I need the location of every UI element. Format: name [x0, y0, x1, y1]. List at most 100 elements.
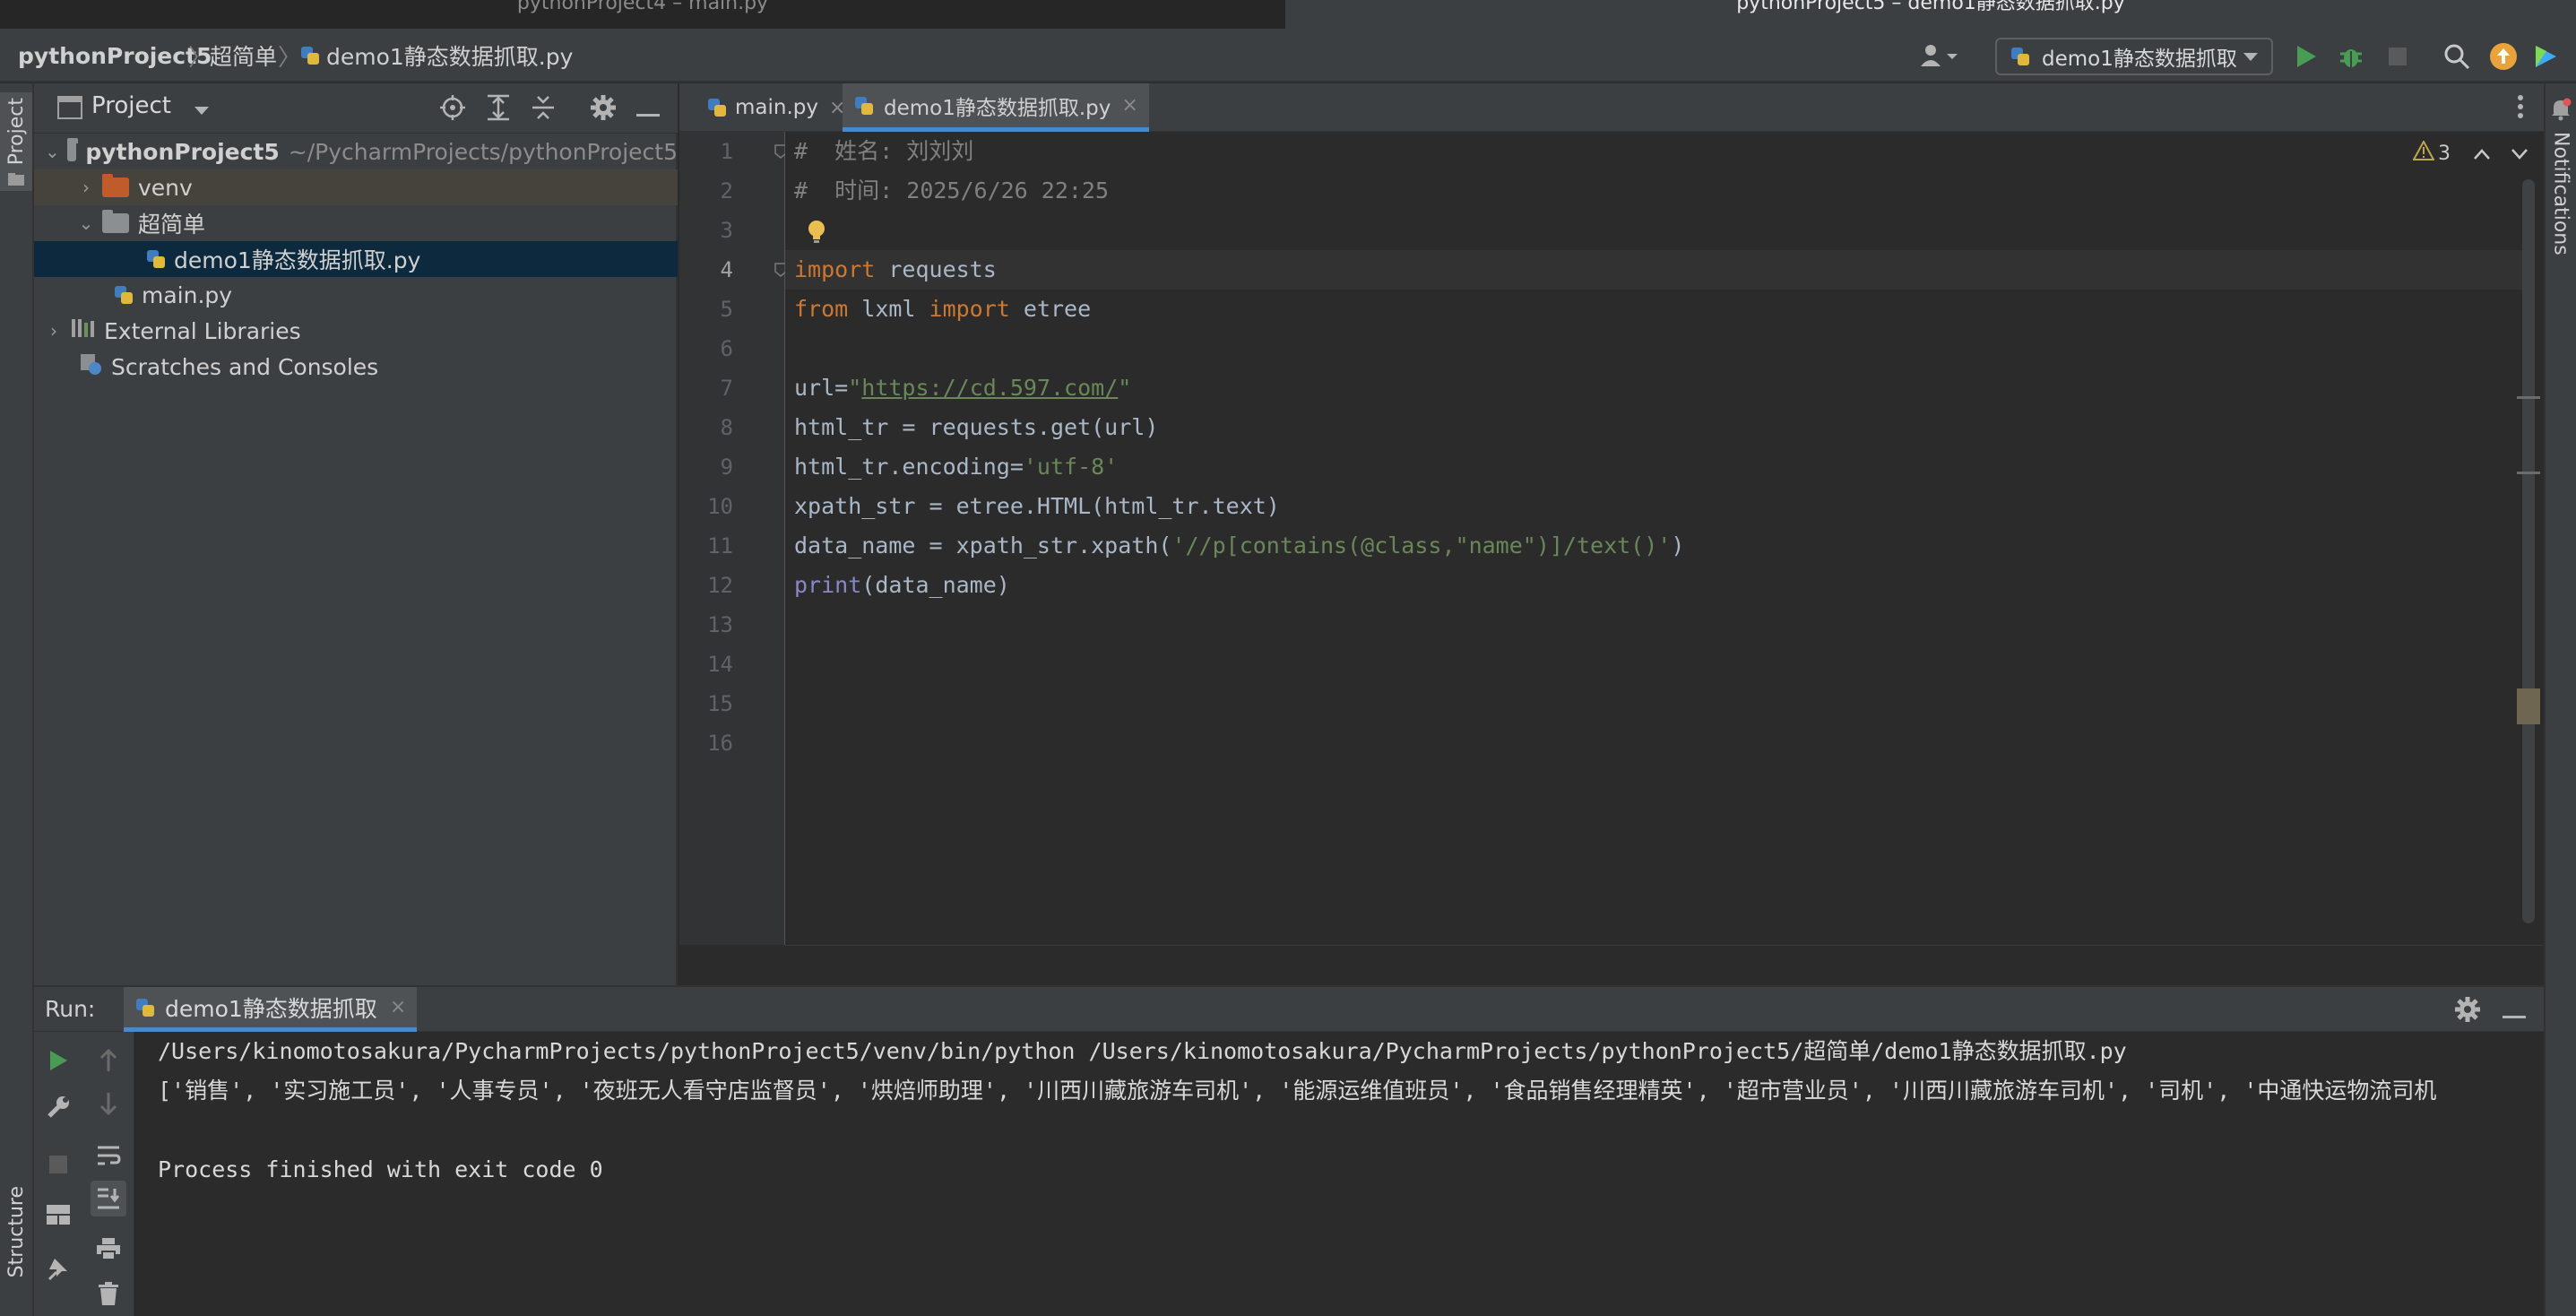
gear-icon[interactable] [590, 94, 617, 125]
chevron-down-icon[interactable] [2511, 143, 2528, 165]
code-text: (data_name) [861, 572, 1010, 598]
string-literal: '//p[contains(@class,"name")]/text()' [1171, 532, 1672, 558]
more-options-icon[interactable] [2517, 94, 2524, 123]
comment-text: 姓名: 刘刘刘 [808, 138, 974, 164]
rerun-icon[interactable] [40, 1043, 76, 1078]
tree-item-demo1-file[interactable]: demo1静态数据抓取.py [34, 241, 678, 277]
chevron-down-icon[interactable] [194, 103, 210, 120]
expand-all-icon[interactable] [486, 94, 511, 125]
breadcrumb-file-label: demo1静态数据抓取.py [326, 44, 574, 70]
run-icon[interactable] [2289, 39, 2323, 74]
project-tool-label: Project [4, 98, 28, 166]
chevron-up-icon[interactable] [2474, 143, 2490, 165]
string-literal: 'utf-8' [1023, 454, 1119, 480]
editor-tabs: main.py × demo1静态数据抓取.py × [679, 83, 2544, 132]
console-output[interactable]: /Users/kinomotosakura/PycharmProjects/py… [134, 1032, 2544, 1316]
collapse-all-icon[interactable] [531, 94, 556, 125]
wrench-icon[interactable] [40, 1089, 76, 1125]
string-quote: " [1118, 375, 1132, 401]
inspection-widget[interactable]: 3 [2412, 139, 2528, 166]
breadcrumb-folder[interactable]: 超简单 [210, 29, 277, 82]
run-panel-header: Run: demo1静态数据抓取 × [34, 985, 2544, 1032]
error-stripe-mark[interactable] [2517, 472, 2540, 474]
project-panel-title[interactable]: Project [91, 92, 171, 119]
warning-icon [2412, 139, 2435, 166]
tree-item-label: Scratches and Consoles [111, 353, 379, 380]
python-file-icon [113, 284, 134, 306]
tree-item-venv[interactable]: › venv [34, 169, 678, 205]
user-menu-icon[interactable] [1915, 38, 1965, 74]
close-icon[interactable]: × [390, 996, 406, 1018]
run-configuration-selector[interactable]: demo1静态数据抓取 [1995, 38, 2273, 75]
breadcrumb-separator: 〉 [188, 44, 212, 72]
minimize-icon[interactable] [636, 105, 660, 122]
editor-scrollbar[interactable] [2522, 179, 2535, 923]
line-number: 6 [720, 336, 733, 361]
structure-tool-button[interactable]: Structure [0, 1186, 32, 1316]
project-tool-button[interactable]: Project [0, 92, 32, 191]
pin-icon[interactable] [40, 1251, 76, 1286]
line-number: 2 [720, 178, 733, 203]
debug-icon[interactable] [2334, 39, 2368, 74]
line-number: 13 [707, 612, 733, 637]
string-quote: " [848, 375, 862, 401]
arrow-up-icon[interactable] [91, 1043, 126, 1078]
error-stripe-mark[interactable] [2517, 396, 2540, 399]
comment-hash: # [794, 177, 808, 203]
code-line-1: # 姓名: 刘刘刘 [794, 132, 973, 171]
window-tab-project4[interactable]: pythonProject4 – main.py [0, 0, 1285, 29]
bell-icon [2550, 98, 2572, 125]
window-tab-project5[interactable]: pythonProject5 – demo1静态数据抓取.py [1285, 0, 2576, 29]
update-icon[interactable] [2486, 39, 2520, 74]
tree-item-folder-chaojiandan[interactable]: ⌄ 超简单 [34, 205, 678, 241]
breadcrumb-project[interactable]: pythonProject5 [18, 29, 212, 82]
console-line: Process finished with exit code 0 [158, 1156, 603, 1182]
code-text: etree [1009, 296, 1092, 322]
layout-icon[interactable] [40, 1197, 76, 1233]
arrow-down-icon[interactable] [91, 1086, 126, 1121]
python-file-icon [145, 248, 167, 270]
comment-hash: # [794, 138, 808, 164]
code-with-me-icon[interactable] [2529, 39, 2562, 74]
editor-gutter: 1 2 3 4 5 6 7 8 9 10 11 12 13 14 15 16 [679, 132, 787, 945]
tree-item-main-file[interactable]: main.py [34, 277, 678, 313]
folder-icon [102, 174, 129, 197]
tab-demo1[interactable]: demo1静态数据抓取.py × [843, 83, 1149, 132]
console-line: ['销售', '实习施工员', '人事专员', '夜班无人看守店监督员', '烘… [158, 1078, 2437, 1104]
tree-item-scratches[interactable]: Scratches and Consoles [34, 349, 678, 385]
chevron-down-icon [2243, 45, 2259, 68]
error-stripe-mark[interactable] [2517, 688, 2540, 724]
search-icon[interactable] [2440, 39, 2474, 74]
line-number: 9 [720, 455, 733, 480]
chevron-down-icon: ⌄ [45, 141, 60, 162]
structure-tool-label: Structure [4, 1186, 28, 1278]
minimize-icon[interactable] [2503, 1007, 2526, 1024]
keyword: import [794, 256, 876, 282]
tab-label: main.py [735, 96, 818, 119]
string-url[interactable]: https://cd.597.com/ [861, 375, 1118, 401]
stop-icon[interactable] [2381, 39, 2415, 74]
libraries-icon [70, 317, 95, 344]
tree-item-label: pythonProject5 [85, 138, 280, 165]
print-icon[interactable] [91, 1231, 126, 1267]
trash-icon[interactable] [91, 1276, 126, 1312]
left-tool-stripe: Project Structure [0, 83, 34, 1316]
run-tab-label: demo1静态数据抓取 [165, 995, 377, 1022]
close-icon[interactable]: × [1121, 94, 1137, 117]
code-line-10: xpath_str = etree.HTML(html_tr.text) [794, 493, 1280, 519]
stop-icon[interactable] [40, 1147, 76, 1182]
tree-item-project-root[interactable]: ⌄ pythonProject5 ~/PycharmProjects/pytho… [34, 134, 678, 169]
locate-file-icon[interactable] [439, 94, 466, 125]
scroll-to-end-icon[interactable] [91, 1181, 126, 1216]
gear-icon[interactable] [2454, 996, 2481, 1026]
notifications-tool-button[interactable]: Notifications [2546, 98, 2576, 277]
soft-wrap-icon[interactable] [91, 1138, 126, 1173]
tree-item-external-libraries[interactable]: › External Libraries [34, 313, 678, 349]
warnings-count: 3 [2438, 142, 2451, 165]
chevron-right-icon: › [82, 177, 90, 198]
breadcrumb-file[interactable]: demo1静态数据抓取.py [299, 29, 573, 82]
tab-main-py[interactable]: main.py × [696, 83, 856, 132]
lightbulb-icon[interactable] [807, 220, 826, 248]
code-editor[interactable]: # 姓名: 刘刘刘 # 时间: 2025/6/26 22:25 import r… [785, 132, 2528, 945]
tab-run-demo1[interactable]: demo1静态数据抓取 × [124, 987, 418, 1032]
